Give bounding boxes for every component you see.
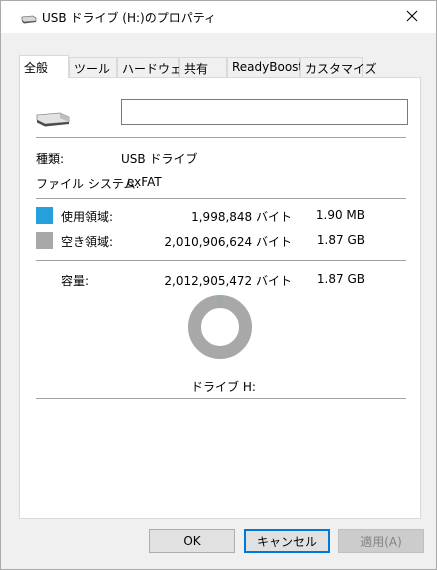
close-icon: [406, 10, 418, 22]
tab-label: ツール: [74, 62, 111, 76]
close-button[interactable]: [392, 1, 432, 31]
file-system-value: exFAT: [127, 175, 162, 189]
capacity-label: 容量:: [61, 274, 90, 288]
free-space-swatch: [36, 232, 53, 249]
divider: [36, 198, 406, 199]
usb-drive-icon: [36, 112, 70, 127]
used-space-size: 1.90 MB: [315, 208, 365, 222]
tab-tools[interactable]: ツール: [69, 57, 117, 77]
free-space-label: 空き領域:: [61, 235, 114, 249]
tab-label: 共有: [184, 62, 209, 76]
type-value: USB ドライブ: [121, 152, 198, 166]
used-space-label: 使用領域:: [61, 210, 114, 224]
tab-hardware[interactable]: ハードウェア: [117, 57, 194, 77]
disk-usage-donut: [188, 295, 252, 359]
apply-button-label: 適用(A): [360, 534, 402, 549]
general-tab-panel: 種類: USB ドライブ ファイル システム: exFAT 使用領域: 1,99…: [19, 77, 421, 519]
divider: [36, 398, 406, 399]
type-label: 種類:: [36, 152, 65, 166]
free-space-bytes: 2,010,906,624 バイト: [164, 235, 292, 249]
tab-readyboost[interactable]: ReadyBoost: [227, 57, 304, 77]
tab-label: カスタマイズ: [305, 62, 377, 76]
usb-drive-icon: [21, 15, 37, 24]
tab-customize[interactable]: カスタマイズ: [300, 57, 377, 77]
volume-name-input[interactable]: [121, 99, 408, 125]
tab-general[interactable]: 全般: [19, 55, 69, 78]
free-space-ring: [188, 295, 252, 359]
properties-dialog: USB ドライブ (H:)のプロパティ 全般 ツール ハードウェア 共有 Rea…: [0, 0, 437, 570]
capacity-size: 1.87 GB: [316, 272, 365, 286]
ok-button-label: OK: [183, 534, 201, 548]
tab-label: 全般: [24, 61, 49, 75]
title-bar: USB ドライブ (H:)のプロパティ: [1, 1, 436, 33]
cancel-button-label: キャンセル: [256, 534, 317, 549]
file-system-label: ファイル システム:: [36, 177, 140, 191]
window-title: USB ドライブ (H:)のプロパティ: [42, 11, 216, 25]
ok-button[interactable]: OK: [149, 529, 235, 553]
capacity-bytes: 2,012,905,472 バイト: [164, 274, 292, 288]
cancel-button[interactable]: キャンセル: [244, 529, 330, 553]
used-space-swatch: [36, 207, 53, 224]
apply-button[interactable]: 適用(A): [338, 529, 424, 553]
tab-label: ReadyBoost: [232, 60, 304, 74]
tab-sharing[interactable]: 共有: [179, 57, 227, 77]
used-space-bytes: 1,998,848 バイト: [191, 210, 292, 224]
free-space-size: 1.87 GB: [316, 233, 365, 247]
divider: [36, 260, 406, 261]
divider: [36, 137, 406, 138]
drive-caption: ドライブ H:: [191, 380, 256, 394]
